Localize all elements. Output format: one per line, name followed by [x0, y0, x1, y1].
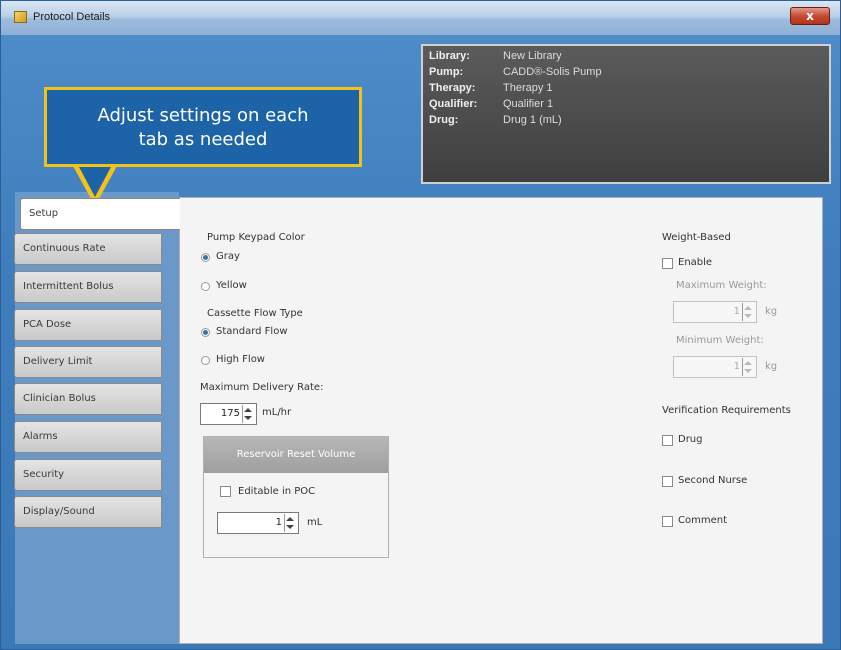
- info-row-library: Library: New Library: [429, 50, 562, 62]
- tab-clinician-bolus[interactable]: Clinician Bolus: [14, 383, 162, 415]
- standard-flow-label: Standard Flow: [216, 326, 288, 337]
- info-row-drug: Drug: Drug 1 (mL): [429, 114, 562, 126]
- weight-based-heading: Weight-Based: [662, 232, 731, 243]
- info-value: New Library: [503, 50, 562, 62]
- tab-alarms[interactable]: Alarms: [14, 421, 162, 453]
- info-key: Therapy:: [429, 82, 476, 94]
- keypad-gray-label: Gray: [216, 251, 240, 262]
- keypad-color-heading: Pump Keypad Color: [207, 232, 305, 243]
- down-arrow-icon[interactable]: [244, 416, 252, 420]
- weight-enable-checkbox[interactable]: [662, 258, 673, 269]
- info-row-pump: Pump: CADD®-Solis Pump: [429, 66, 602, 78]
- spin-buttons[interactable]: [742, 358, 755, 376]
- min-weight-unit: kg: [765, 361, 778, 372]
- protocol-info-panel: Library: New Library Pump: CADD®-Solis Pum…: [421, 44, 831, 184]
- max-weight-unit: kg: [765, 306, 778, 317]
- down-arrow-icon[interactable]: [744, 369, 752, 373]
- max-weight-stepper[interactable]: 1: [673, 301, 757, 323]
- max-delivery-rate-stepper[interactable]: 175: [200, 403, 257, 425]
- callout-line-2: tab as needed: [138, 129, 268, 150]
- info-row-therapy: Therapy: Therapy 1: [429, 82, 553, 94]
- min-weight-label: Minimum Weight:: [676, 335, 764, 346]
- high-flow-label: High Flow: [216, 354, 265, 365]
- app-icon: [14, 11, 27, 23]
- up-arrow-icon[interactable]: [744, 361, 752, 365]
- info-key: Qualifier:: [429, 98, 478, 110]
- max-weight-label: Maximum Weight:: [676, 280, 767, 291]
- min-weight-stepper[interactable]: 1: [673, 356, 757, 378]
- keypad-yellow-radio[interactable]: [201, 282, 210, 291]
- title-bar: Protocol Details x: [1, 1, 840, 35]
- high-flow-radio[interactable]: [201, 356, 210, 365]
- verification-heading: Verification Requirements: [662, 405, 791, 416]
- tab-intermittent-bolus[interactable]: Intermittent Bolus: [14, 271, 162, 303]
- stepper-value: 1: [733, 306, 740, 317]
- info-value: Drug 1 (mL): [503, 114, 562, 126]
- keypad-gray-radio[interactable]: [201, 253, 210, 262]
- max-delivery-rate-unit: mL/hr: [262, 407, 292, 418]
- info-key: Drug:: [429, 114, 459, 126]
- callout-tail-inner: [78, 165, 112, 197]
- info-key: Pump:: [429, 66, 464, 78]
- down-arrow-icon[interactable]: [744, 314, 752, 318]
- tab-security[interactable]: Security: [14, 459, 162, 491]
- window-title: Protocol Details: [33, 11, 111, 23]
- max-delivery-rate-label: Maximum Delivery Rate:: [200, 382, 324, 393]
- verify-drug-label: Drug: [678, 434, 703, 445]
- editable-in-poc-label: Editable in POC: [238, 486, 316, 497]
- spin-buttons[interactable]: [242, 405, 255, 423]
- reservoir-volume-stepper[interactable]: 1: [217, 512, 299, 534]
- reservoir-volume-unit: mL: [307, 517, 323, 528]
- verify-second-nurse-label: Second Nurse: [678, 475, 748, 486]
- flow-type-heading: Cassette Flow Type: [207, 308, 303, 319]
- info-value: Qualifier 1: [503, 98, 554, 110]
- verify-comment-checkbox[interactable]: [662, 516, 673, 527]
- editable-in-poc-checkbox[interactable]: [220, 486, 231, 497]
- stepper-value: 1: [733, 361, 740, 372]
- info-value: Therapy 1: [503, 82, 553, 94]
- close-button[interactable]: x: [790, 7, 830, 25]
- spin-buttons[interactable]: [284, 514, 297, 532]
- tab-pca-dose[interactable]: PCA Dose: [14, 309, 162, 341]
- down-arrow-icon[interactable]: [286, 525, 294, 529]
- stepper-value: 1: [275, 517, 282, 528]
- verify-drug-checkbox[interactable]: [662, 435, 673, 446]
- info-row-qualifier: Qualifier: Qualifier 1: [429, 98, 553, 110]
- info-key: Library:: [429, 50, 470, 62]
- keypad-yellow-label: Yellow: [216, 280, 247, 291]
- tab-delivery-limit[interactable]: Delivery Limit: [14, 346, 162, 378]
- info-value: CADD®-Solis Pump: [503, 66, 602, 78]
- up-arrow-icon[interactable]: [286, 517, 294, 521]
- spin-buttons[interactable]: [742, 303, 755, 321]
- callout-line-1: Adjust settings on each: [97, 105, 309, 126]
- verify-comment-label: Comment: [678, 515, 727, 526]
- setup-content-panel: Pump Keypad Color Gray Yellow Cassette F…: [179, 197, 823, 644]
- instruction-callout: Adjust settings on each tab as needed: [44, 87, 362, 167]
- tab-display-sound[interactable]: Display/Sound: [14, 496, 162, 528]
- stepper-value: 175: [220, 408, 240, 419]
- protocol-details-window: Protocol Details x Library: New Library P…: [0, 0, 841, 650]
- reservoir-reset-group: Reservoir Reset Volume Editable in POC 1…: [203, 436, 389, 558]
- reservoir-reset-heading: Reservoir Reset Volume: [204, 437, 388, 473]
- tab-continuous-rate[interactable]: Continuous Rate: [14, 233, 162, 265]
- up-arrow-icon[interactable]: [744, 306, 752, 310]
- tab-setup[interactable]: Setup: [20, 198, 180, 230]
- standard-flow-radio[interactable]: [201, 328, 210, 337]
- up-arrow-icon[interactable]: [244, 408, 252, 412]
- weight-enable-label: Enable: [678, 257, 713, 268]
- verify-second-nurse-checkbox[interactable]: [662, 476, 673, 487]
